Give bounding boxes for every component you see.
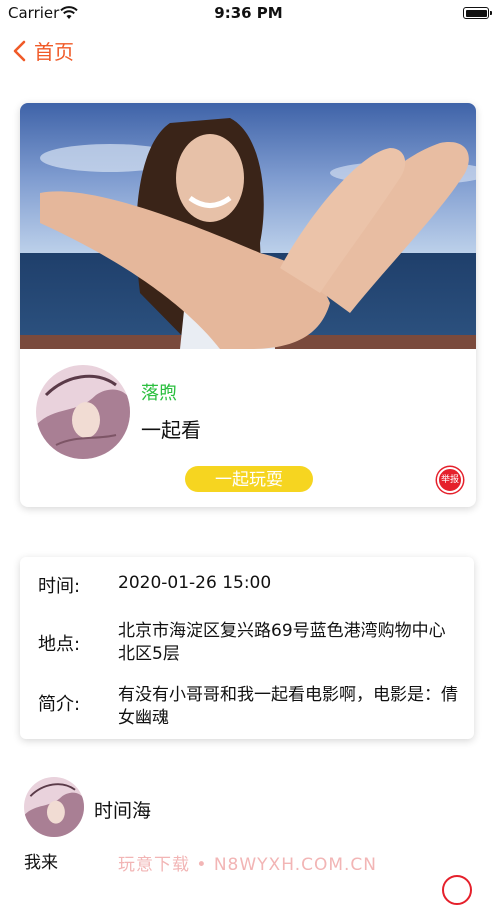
join-button[interactable]: 一起玩耍 [185,466,313,492]
watermark: 玩意下载 • N8WYXH.COM.CN [118,855,378,875]
time-value: 2020-01-26 15:00 [118,573,272,593]
commenter-name[interactable]: 时间海 [94,796,151,823]
host-nickname[interactable]: 落煦 [141,379,177,405]
comment-text: 我来 [24,853,58,873]
chevron-left-icon [13,40,26,61]
back-label: 首页 [34,40,74,64]
event-card: 落煦 一起看 一起玩耍 举报 [20,103,476,507]
nav-bar: 首页 [0,30,497,74]
place-value: 北京市海淀区复兴路69号蓝色港湾购物中心北区5层 [118,621,446,664]
clock: 9:36 PM [214,4,283,22]
status-bar: Carrier 9:36 PM [0,0,497,26]
intro-value: 有没有小哥哥和我一起看电影啊，电影是：倩女幽魂 [118,685,458,728]
event-photo [20,103,476,349]
commenter-avatar[interactable] [24,777,84,837]
battery-icon [463,7,492,19]
place-label: 地点: [38,634,81,655]
back-button[interactable]: 首页 [12,36,74,65]
time-label: 时间: [38,576,81,597]
report-icon[interactable] [442,875,472,905]
report-button[interactable]: 举报 [437,467,463,493]
event-details-card: 时间: 2020-01-26 15:00 地点: 北京市海淀区复兴路69号蓝色港… [20,557,474,739]
event-title: 一起看 [141,418,201,442]
host-avatar[interactable] [36,365,130,459]
intro-label: 简介: [38,694,81,715]
